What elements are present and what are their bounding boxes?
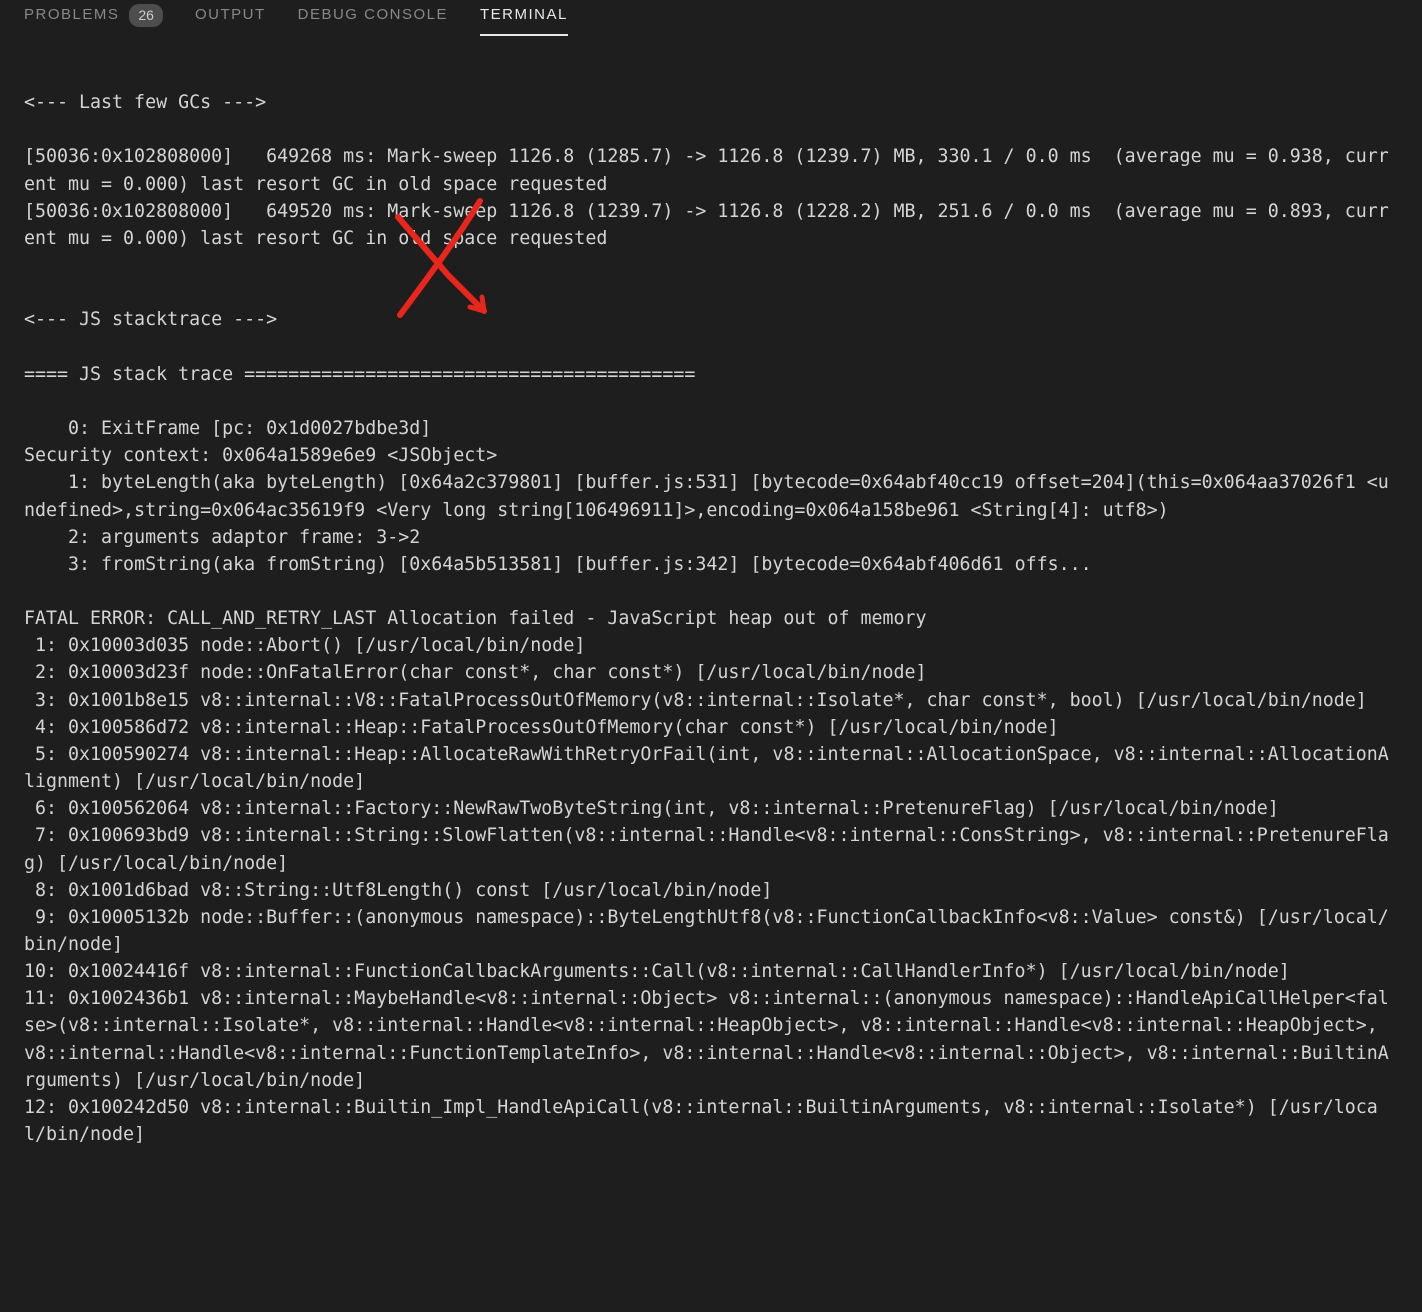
terminal-output[interactable]: <--- Last few GCs ---> [50036:0x10280800… (0, 40, 1422, 1170)
panel-tabs: PROBLEMS 26 OUTPUT DEBUG CONSOLE TERMINA… (0, 0, 1422, 40)
tab-output[interactable]: OUTPUT (195, 4, 266, 35)
tab-debug-console[interactable]: DEBUG CONSOLE (298, 4, 448, 35)
problems-badge: 26 (129, 4, 163, 27)
tab-output-label: OUTPUT (195, 4, 266, 26)
tab-terminal[interactable]: TERMINAL (480, 4, 568, 35)
tab-problems[interactable]: PROBLEMS 26 (24, 4, 163, 36)
tab-terminal-label: TERMINAL (480, 4, 568, 26)
tab-debug-label: DEBUG CONSOLE (298, 4, 448, 26)
tab-problems-label: PROBLEMS (24, 4, 119, 26)
